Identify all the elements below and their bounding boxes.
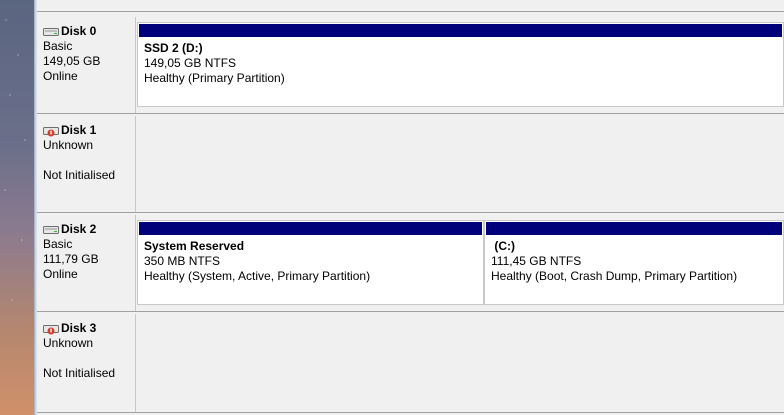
- disk-name: Disk 3: [43, 321, 135, 336]
- disk-status: Online: [43, 267, 78, 281]
- disk-partition-area: SSD 2 (D:) 149,05 GB NTFS Healthy (Prima…: [137, 17, 784, 113]
- disk-size: 111,79 GB: [43, 252, 99, 266]
- disk-icon: [43, 27, 59, 36]
- disk-label-0[interactable]: Disk 0 Basic 149,05 GB Online: [37, 17, 136, 113]
- partition-size: 350 MB NTFS: [144, 254, 221, 268]
- partition-size: 149,05 GB NTFS: [144, 56, 237, 70]
- partition-header-bar: [139, 24, 782, 37]
- row-divider: [37, 412, 784, 413]
- row-divider: [37, 311, 784, 312]
- partition-block[interactable]: (C:) 111,45 GB NTFS Healthy (Boot, Crash…: [484, 220, 784, 305]
- disk-warning-icon: [43, 324, 59, 334]
- disk-name-text: Disk 0: [61, 24, 97, 38]
- partition-status: Healthy (Primary Partition): [144, 71, 285, 85]
- disk-name-text: Disk 2: [61, 222, 97, 236]
- disk-name: Disk 1: [43, 123, 135, 138]
- disk-type: Unknown: [43, 336, 94, 350]
- disk-row-2[interactable]: Disk 2 Basic 111,79 GB Online System Res…: [37, 215, 784, 311]
- disk-size: 149,05 GB: [43, 54, 101, 68]
- partition-block[interactable]: System Reserved 350 MB NTFS Healthy (Sys…: [137, 220, 484, 305]
- partition-block[interactable]: SSD 2 (D:) 149,05 GB NTFS Healthy (Prima…: [137, 22, 784, 107]
- disk-label-1[interactable]: Disk 1 Unknown Not Initialised: [37, 116, 136, 212]
- disk-partition-area: System Reserved 350 MB NTFS Healthy (Sys…: [137, 215, 784, 311]
- disk-partition-area: [137, 116, 784, 212]
- disk-label-2[interactable]: Disk 2 Basic 111,79 GB Online: [37, 215, 136, 311]
- disk-name: Disk 0: [43, 24, 135, 39]
- partition-status: Healthy (Boot, Crash Dump, Primary Parti…: [491, 269, 738, 283]
- disk-type: Unknown: [43, 138, 94, 152]
- disk-label-3[interactable]: Disk 3 Unknown Not Initialised: [37, 314, 136, 412]
- desktop-wallpaper: [0, 0, 34, 415]
- disk-name: Disk 2: [43, 222, 135, 237]
- partition-title: System Reserved: [144, 239, 245, 253]
- top-divider: [37, 0, 784, 12]
- partition-status: Healthy (System, Active, Primary Partiti…: [144, 269, 371, 283]
- disk-row-3[interactable]: Disk 3 Unknown Not Initialised: [37, 314, 784, 412]
- partition-header-bar: [139, 222, 482, 235]
- disk-status: Not Initialised: [43, 168, 116, 182]
- row-divider: [37, 113, 784, 114]
- disk-status: Not Initialised: [43, 366, 116, 380]
- disk-name-text: Disk 3: [61, 321, 97, 335]
- row-divider: [37, 212, 784, 213]
- disk-type: Basic: [43, 39, 73, 53]
- disk-row-0[interactable]: Disk 0 Basic 149,05 GB Online SSD 2 (D:)…: [37, 17, 784, 113]
- partition-header-bar: [486, 222, 782, 235]
- disk-name-text: Disk 1: [61, 123, 97, 137]
- disk-partition-area: [137, 314, 784, 412]
- disk-status: Online: [43, 69, 78, 83]
- disk-type: Basic: [43, 237, 73, 251]
- partition-size: 111,45 GB NTFS: [491, 254, 582, 268]
- disk-warning-icon: [43, 126, 59, 136]
- disk-icon: [43, 225, 59, 234]
- partition-title: SSD 2 (D:): [144, 41, 203, 55]
- partition-title: (C:): [491, 239, 515, 253]
- disk-row-1[interactable]: Disk 1 Unknown Not Initialised: [37, 116, 784, 212]
- disk-graphical-view: Disk 0 Basic 149,05 GB Online SSD 2 (D:)…: [37, 0, 784, 415]
